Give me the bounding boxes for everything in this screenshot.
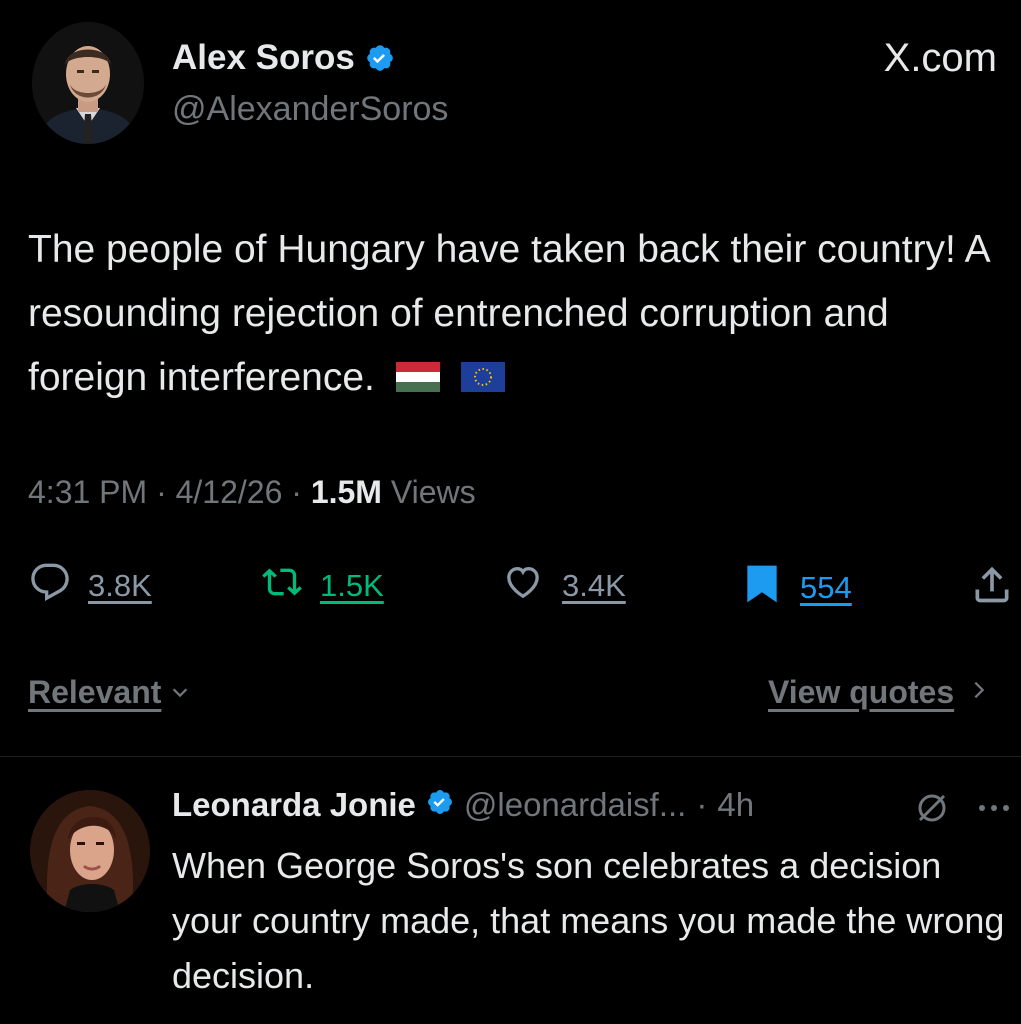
reply-author-avatar[interactable]: [30, 790, 150, 912]
reply-avatar-image: [30, 790, 150, 912]
verified-badge-icon: [365, 43, 395, 73]
tweet-time[interactable]: 4:31 PM: [28, 474, 147, 510]
meta-separator: ·: [156, 474, 167, 510]
verified-badge-icon: [426, 786, 454, 824]
tweet-text-content: The people of Hungary have taken back th…: [28, 228, 989, 399]
reply-text: When George Soros's son celebrates a dec…: [172, 845, 1005, 996]
more-icon[interactable]: [976, 798, 1012, 823]
reply-count: 3.8K: [88, 568, 152, 603]
views-count: 1.5M: [310, 474, 382, 510]
views-label: Views: [390, 474, 476, 510]
like-button[interactable]: 3.4K: [500, 562, 626, 610]
divider: [0, 756, 1021, 757]
share-button[interactable]: [970, 560, 1014, 613]
retweet-icon: [260, 562, 304, 610]
sort-label: Relevant: [28, 674, 162, 710]
grok-icon[interactable]: [914, 790, 950, 831]
reply-icon: [28, 562, 72, 610]
view-quotes-link[interactable]: View quotes: [768, 674, 990, 711]
author-handle[interactable]: @AlexanderSoros: [172, 90, 448, 129]
reply-age[interactable]: 4h: [717, 786, 754, 824]
bookmark-icon: [740, 562, 784, 614]
heart-icon: [500, 562, 546, 610]
reply-separator: ·: [696, 786, 708, 823]
author-avatar[interactable]: [32, 22, 144, 144]
retweet-button[interactable]: 1.5K: [260, 562, 384, 610]
hungary-flag-icon: [395, 348, 440, 412]
site-watermark: X.com: [883, 36, 997, 80]
tweet-date[interactable]: 4/12/26: [176, 474, 283, 510]
meta-separator: ·: [291, 474, 302, 510]
reply-tools: [914, 790, 1012, 831]
share-icon: [970, 566, 1014, 612]
like-count: 3.4K: [562, 568, 626, 603]
reply-button[interactable]: 3.8K: [28, 562, 152, 610]
bottom-edge: [0, 1010, 1021, 1024]
tweet-meta: 4:31 PM · 4/12/26 · 1.5M Views: [28, 474, 476, 511]
reply-author-name[interactable]: Leonarda Jonie: [172, 786, 416, 824]
reply-header: Leonarda Jonie @leonardaisf... · 4h: [172, 786, 754, 824]
author-name-text: Alex Soros: [172, 38, 355, 77]
reply-author-handle[interactable]: @leonardaisf...: [464, 786, 686, 824]
chevron-right-icon: [968, 674, 990, 711]
chevron-down-icon: [169, 674, 191, 711]
bookmark-button[interactable]: 554: [740, 562, 852, 614]
view-quotes-label: View quotes: [768, 674, 955, 710]
eu-flag-icon: [460, 348, 505, 412]
sort-dropdown[interactable]: Relevant: [28, 674, 191, 711]
author-avatar-image: [32, 22, 144, 144]
author-name[interactable]: Alex Soros: [172, 38, 395, 78]
bookmark-count: 554: [800, 570, 852, 605]
retweet-count: 1.5K: [320, 568, 384, 603]
tweet-text: The people of Hungary have taken back th…: [28, 218, 1003, 412]
